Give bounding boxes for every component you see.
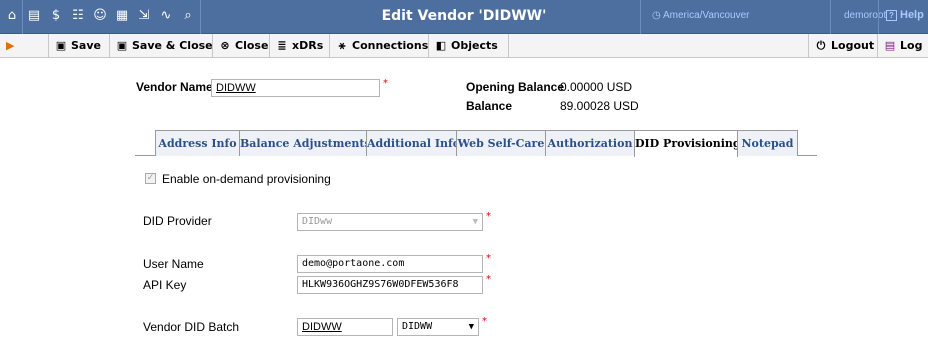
- vendor-name-input[interactable]: DIDWW: [211, 79, 380, 97]
- close-button[interactable]: ⊗ Close: [213, 34, 270, 58]
- help-label: Help: [900, 9, 924, 21]
- objects-label: Objects: [451, 39, 498, 52]
- xdrs-label: xDRs: [292, 39, 324, 52]
- log-icon: ▤: [884, 39, 896, 52]
- divider: [878, 0, 879, 34]
- vendor-did-batch-select-value: DIDWW: [402, 321, 433, 332]
- help-link[interactable]: ? Help: [886, 9, 924, 21]
- required-marker: *: [486, 211, 491, 222]
- opening-balance-label: Opening Balance: [466, 80, 565, 94]
- divider: [640, 0, 641, 34]
- vendor-name-label: Vendor Name: [136, 80, 213, 94]
- divider: [830, 0, 831, 34]
- api-key-input[interactable]: HLKW936OGHZ9S76W0DFEW536F8: [297, 276, 483, 294]
- help-icon: ?: [886, 10, 897, 21]
- close-label: Close: [235, 39, 269, 52]
- api-key-label: API Key: [143, 278, 187, 292]
- required-marker: *: [486, 253, 491, 264]
- chevron-down-icon: ▼: [472, 217, 478, 227]
- tab-balance-adjustments[interactable]: Balance Adjustments: [239, 130, 371, 156]
- logout-icon: ⏻: [816, 39, 826, 52]
- vendor-did-batch-label: Vendor DID Batch: [143, 320, 240, 334]
- page-title: Edit Vendor 'DIDWW': [381, 8, 547, 24]
- tab-strip-edge: [135, 130, 155, 156]
- balance-value: 89.00028 USD: [560, 99, 639, 113]
- save-label: Save: [71, 39, 101, 52]
- did-provider-select[interactable]: DIDww ▼: [297, 213, 483, 231]
- tab-did-provisioning[interactable]: DID Provisioning: [634, 130, 741, 157]
- timezone-text: America/Vancouver: [662, 10, 750, 21]
- floppy-icon: ▣: [55, 39, 67, 52]
- tab-notepad[interactable]: Notepad: [737, 130, 798, 156]
- toolbar: ▶ ▣ Save ▣ Save & Close ⊗ Close ≣ xDRs ⚹ Conn…: [0, 34, 928, 58]
- user-name-input[interactable]: demo@portaone.com: [297, 255, 483, 273]
- logout-button[interactable]: ⏻ Logout: [808, 34, 878, 58]
- tab-web-self-care[interactable]: Web Self-Care: [456, 130, 546, 156]
- vendor-did-batch-select[interactable]: DIDWW ▼: [397, 318, 479, 336]
- user-name-link[interactable]: demoroot: [844, 10, 886, 21]
- timezone-link[interactable]: ◷ America/Vancouver: [652, 10, 749, 21]
- required-marker: *: [486, 274, 491, 285]
- tab-authorization[interactable]: Authorization: [545, 130, 635, 156]
- menu-arrow-icon[interactable]: ▶: [6, 39, 14, 52]
- vendor-did-batch-input[interactable]: DIDWW: [297, 318, 393, 336]
- save-close-label: Save & Close: [132, 39, 213, 52]
- objects-button[interactable]: ◧ Objects: [429, 34, 509, 58]
- balance-label: Balance: [466, 99, 513, 113]
- enable-provisioning-label: Enable on-demand provisioning: [162, 172, 331, 186]
- did-provider-value: DIDww: [302, 216, 333, 227]
- connections-icon: ⚹: [338, 39, 346, 52]
- connections-button[interactable]: ⚹ Connections: [330, 34, 429, 58]
- close-icon: ⊗: [220, 39, 230, 52]
- required-marker: *: [383, 78, 388, 89]
- top-bar: ⌂ ▤ $ ☷ ☺ ▦ ⇲ ∿ ⌕ Edit Vendor 'DIDWW' ◷ …: [0, 0, 928, 34]
- tab-additional-info[interactable]: Additional Info: [366, 130, 460, 156]
- log-button[interactable]: ▤ Log: [878, 34, 928, 58]
- objects-icon: ◧: [435, 39, 447, 52]
- user-name-label: User Name: [143, 257, 204, 271]
- log-label: Log: [900, 39, 923, 52]
- connections-label: Connections: [352, 39, 429, 52]
- required-marker: *: [482, 316, 487, 327]
- floppy-icon: ▣: [116, 39, 128, 52]
- save-close-button[interactable]: ▣ Save & Close: [110, 34, 213, 58]
- document-icon: ≣: [277, 39, 287, 52]
- logout-label: Logout: [831, 39, 875, 52]
- did-provider-label: DID Provider: [143, 214, 212, 228]
- xdrs-button[interactable]: ≣ xDRs: [270, 34, 330, 58]
- clock-icon: ◷: [652, 10, 663, 21]
- tab-address-info[interactable]: Address Info: [155, 130, 240, 156]
- opening-balance-value: 0.00000 USD: [560, 80, 633, 94]
- chevron-down-icon: ▼: [468, 322, 474, 332]
- enable-provisioning-checkbox[interactable]: ✓: [145, 173, 156, 184]
- save-button[interactable]: ▣ Save: [48, 34, 110, 58]
